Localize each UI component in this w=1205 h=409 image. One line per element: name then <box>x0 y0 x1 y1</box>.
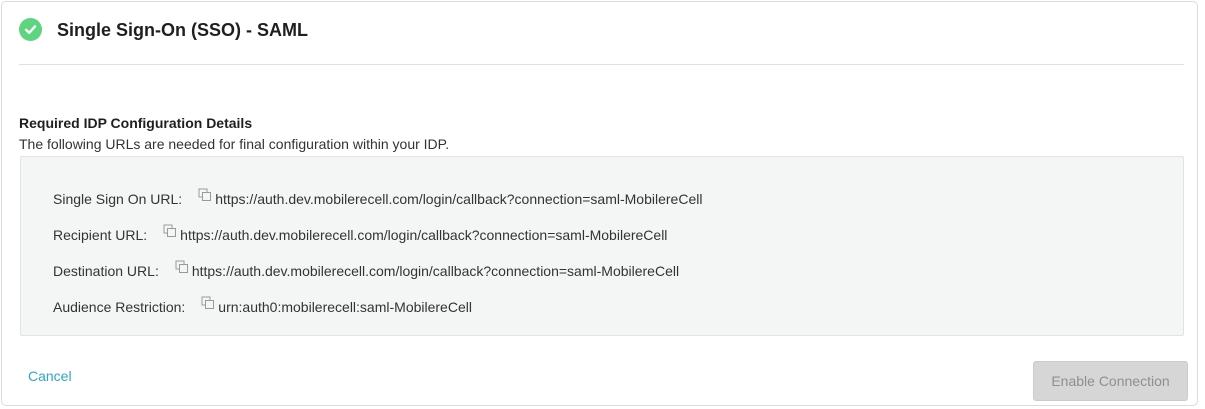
section-description: The following URLs are needed for final … <box>19 136 450 152</box>
section-title: Required IDP Configuration Details <box>19 115 253 131</box>
card-header: Single Sign-On (SSO) - SAML <box>19 18 308 41</box>
copy-icon[interactable] <box>175 260 189 274</box>
copy-icon[interactable] <box>201 296 215 310</box>
detail-label: Single Sign On URL: <box>53 191 183 207</box>
cancel-button[interactable]: Cancel <box>28 367 72 385</box>
copy-icon[interactable] <box>198 188 212 202</box>
detail-value[interactable]: urn:auth0:mobilerecell:saml-MobilereCell <box>218 298 472 316</box>
detail-row-sso-url: Single Sign On URL: https://auth.dev.mob… <box>53 188 702 208</box>
detail-label: Recipient URL: <box>53 227 148 243</box>
header-divider <box>19 64 1184 65</box>
idp-details-box: Single Sign On URL: https://auth.dev.mob… <box>20 156 1184 336</box>
page-title: Single Sign-On (SSO) - SAML <box>57 19 308 40</box>
check-circle-icon <box>19 18 42 41</box>
detail-value[interactable]: https://auth.dev.mobilerecell.com/login/… <box>192 262 679 280</box>
detail-value[interactable]: https://auth.dev.mobilerecell.com/login/… <box>215 190 702 208</box>
detail-value[interactable]: https://auth.dev.mobilerecell.com/login/… <box>180 226 667 244</box>
detail-label: Destination URL: <box>53 263 159 279</box>
copy-icon[interactable] <box>163 224 177 238</box>
enable-connection-button[interactable]: Enable Connection <box>1033 361 1188 401</box>
sso-saml-card: Single Sign-On (SSO) - SAML Required IDP… <box>1 1 1198 406</box>
detail-row-recipient-url: Recipient URL: https://auth.dev.mobilere… <box>53 224 667 244</box>
detail-label: Audience Restriction: <box>53 299 186 315</box>
detail-row-audience-restriction: Audience Restriction: urn:auth0:mobilere… <box>53 296 472 316</box>
detail-row-destination-url: Destination URL: https://auth.dev.mobile… <box>53 260 679 280</box>
